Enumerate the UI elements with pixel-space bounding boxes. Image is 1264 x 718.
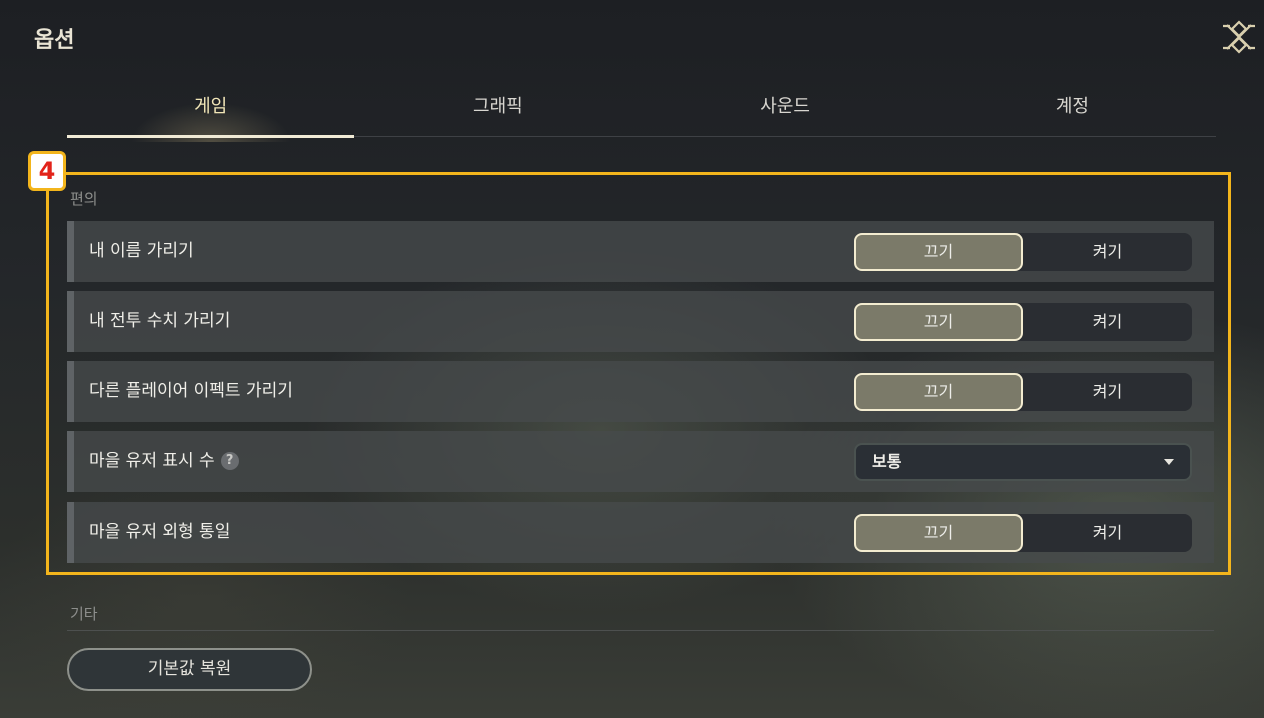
setting-row-hide-other-effects: 다른 플레이어 이펙트 가리기 끄기 켜기	[67, 361, 1214, 422]
toggle-off-option[interactable]: 끄기	[854, 233, 1023, 271]
annotation-badge: 4	[28, 151, 66, 191]
toggle-on-option[interactable]: 켜기	[1023, 514, 1192, 552]
section-divider	[67, 630, 1214, 631]
toggle-unify-town-appearance: 끄기 켜기	[854, 514, 1192, 552]
tab-bar: 게임 그래픽 사운드 계정	[67, 86, 1216, 142]
tab-account[interactable]: 계정	[929, 86, 1216, 136]
setting-label: 내 이름 가리기	[89, 241, 194, 261]
toggle-hide-combat-numbers: 끄기 켜기	[854, 303, 1192, 341]
setting-label-text: 마을 유저 표시 수	[89, 451, 215, 471]
help-icon[interactable]: ?	[220, 452, 239, 470]
toggle-hide-other-effects: 끄기 켜기	[854, 373, 1192, 411]
dropdown-value: 보통	[872, 452, 902, 471]
toggle-on-option[interactable]: 켜기	[1023, 233, 1192, 271]
toggle-on-option[interactable]: 켜기	[1023, 303, 1192, 341]
setting-row-town-user-count: 마을 유저 표시 수? 보통	[67, 431, 1214, 492]
tab-graphics[interactable]: 그래픽	[354, 86, 641, 136]
reset-defaults-button[interactable]: 기본값 복원	[67, 648, 312, 691]
toggle-on-option[interactable]: 켜기	[1023, 373, 1192, 411]
setting-row-hide-name: 내 이름 가리기 끄기 켜기	[67, 221, 1214, 282]
section-label-etc: 기타	[70, 605, 98, 623]
options-title: 옵션	[34, 28, 75, 53]
section-label-convenience: 편의	[70, 190, 98, 208]
town-user-count-dropdown[interactable]: 보통	[854, 443, 1192, 481]
setting-label: 마을 유저 외형 통일	[89, 522, 231, 542]
close-emblem-icon	[1223, 20, 1255, 54]
setting-row-unify-town-appearance: 마을 유저 외형 통일 끄기 켜기	[67, 502, 1214, 563]
toggle-off-option[interactable]: 끄기	[854, 373, 1023, 411]
toggle-off-option[interactable]: 끄기	[854, 514, 1023, 552]
setting-label: 마을 유저 표시 수?	[89, 431, 239, 492]
close-button[interactable]	[1220, 18, 1258, 56]
setting-row-hide-combat-numbers: 내 전투 수치 가리기 끄기 켜기	[67, 291, 1214, 352]
toggle-off-option[interactable]: 끄기	[854, 303, 1023, 341]
setting-label: 다른 플레이어 이펙트 가리기	[89, 381, 293, 401]
tab-game[interactable]: 게임	[67, 86, 355, 142]
chevron-down-icon	[1164, 459, 1174, 465]
toggle-hide-name: 끄기 켜기	[854, 233, 1192, 271]
tab-sound[interactable]: 사운드	[642, 86, 929, 136]
setting-label: 내 전투 수치 가리기	[89, 311, 231, 331]
